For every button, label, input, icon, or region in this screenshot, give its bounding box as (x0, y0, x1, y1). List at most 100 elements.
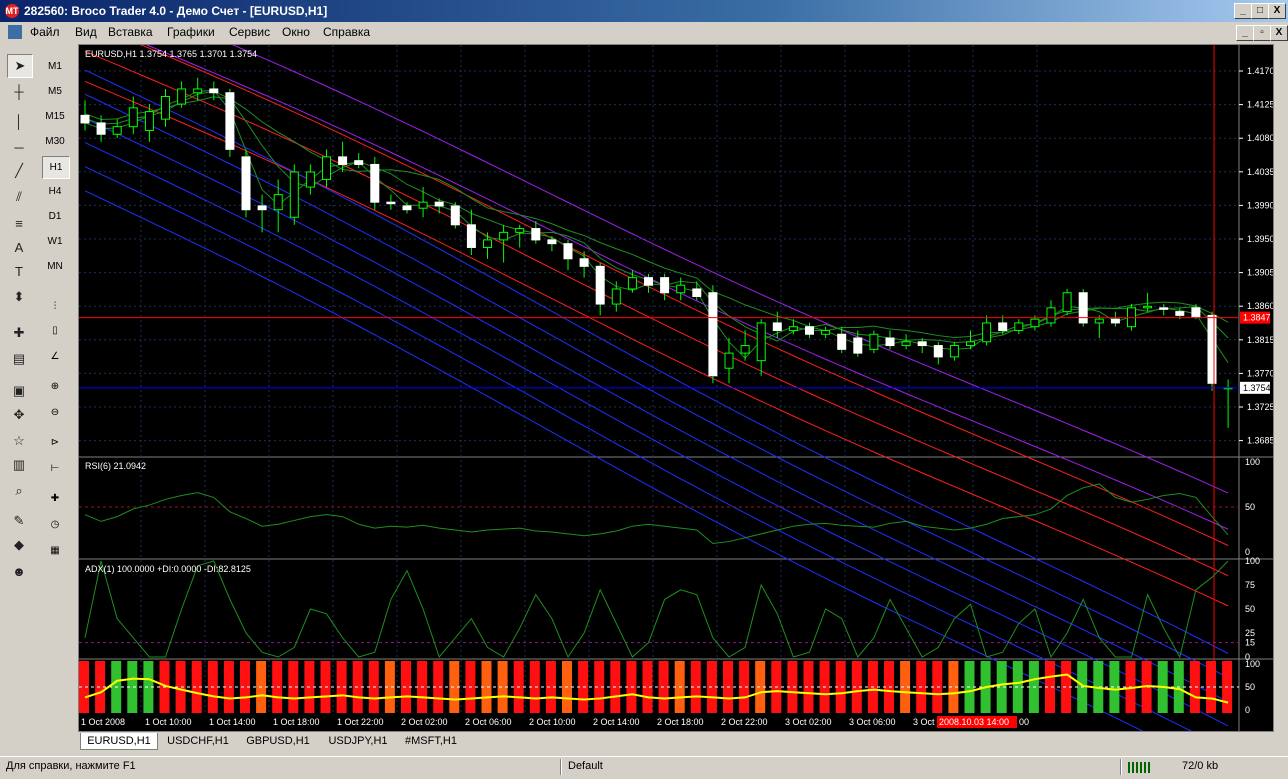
tab-msft[interactable]: #MSFT,H1 (398, 733, 464, 749)
candle-body (96, 122, 106, 135)
candle-body (257, 205, 267, 211)
cursor-arrow-icon[interactable]: ➤ (7, 54, 33, 78)
candle-body (869, 333, 879, 350)
templates-icon[interactable]: ▦ (42, 540, 68, 561)
green-moving-average (84, 90, 1229, 344)
green-moving-average (84, 96, 1229, 338)
status-bar: Для справки, нажмите F1 Default 72/0 kb (0, 756, 1288, 779)
moving-average-line (140, 45, 1229, 546)
menu-window[interactable]: Окно (282, 25, 310, 39)
moving-average-line (84, 190, 1144, 731)
minimize-button[interactable]: _ (1234, 3, 1252, 19)
menu-tools[interactable]: Сервис (229, 25, 270, 39)
indicators-icon[interactable]: ✚ (42, 488, 68, 509)
status-separator (560, 759, 562, 775)
arrows-icon[interactable]: ⬍ (7, 286, 31, 308)
menu-view[interactable]: Вид (75, 25, 97, 39)
tf-h1[interactable]: H1 (42, 156, 70, 179)
favorites-icon[interactable]: ☆ (7, 430, 31, 452)
time-tick-label: 1 Oct 2008 (81, 717, 125, 727)
candle-body (209, 88, 219, 94)
bid-price-label: 1.3754 (1243, 383, 1271, 393)
tf-m5[interactable]: M5 (42, 81, 68, 102)
tab-eurusd[interactable]: EURUSD,H1 (80, 733, 158, 750)
time-tick-label: 3 Oct 02:00 (785, 717, 832, 727)
maximize-button[interactable]: □ (1251, 3, 1269, 19)
zoom-in-icon[interactable]: ⊕ (42, 376, 68, 397)
candle-body (998, 322, 1008, 331)
adx-level-label: 50 (1245, 604, 1255, 614)
menu-file[interactable]: Файл (30, 25, 60, 39)
chart-canvas[interactable]: 1.4170 1.4125 1.4080 1.4035 1.3990 1.3950 1.39… (79, 45, 1273, 731)
vertical-line-icon[interactable]: │ (7, 110, 31, 132)
tf-w1[interactable]: W1 (42, 231, 68, 252)
tab-usdchf[interactable]: USDCHF,H1 (160, 733, 236, 749)
navigator-icon[interactable]: ✥ (7, 404, 31, 426)
time-tick-label: 1 Oct 10:00 (145, 717, 192, 727)
menu-charts[interactable]: Графики (167, 25, 215, 39)
close-button[interactable]: X (1268, 3, 1286, 19)
price-tick-label: 1.3950 (1247, 234, 1273, 244)
text-label-icon[interactable]: T (7, 260, 31, 282)
profiles-icon[interactable]: ▤ (7, 348, 31, 370)
candle-body (322, 156, 331, 181)
trendline-icon[interactable]: ╱ (7, 160, 31, 182)
candle-body (563, 243, 573, 260)
tf-m30[interactable]: M30 (42, 131, 68, 152)
expert-icon[interactable]: ☻ (7, 560, 31, 582)
time-tick-label: 3 Oct 06:00 (849, 717, 896, 727)
horizontal-line-icon[interactable]: ─ (7, 136, 31, 158)
line-chart-icon[interactable]: ∠ (42, 346, 68, 367)
candle-body (627, 277, 637, 290)
price-tick-label: 1.3725 (1247, 402, 1273, 412)
candle-body (386, 201, 396, 205)
tf-d1[interactable]: D1 (42, 206, 68, 227)
histogram-level-label: 100 (1245, 659, 1260, 669)
chart-shift-icon[interactable]: ⊢ (42, 458, 68, 479)
equidistant-channel-icon[interactable]: ⫽ (7, 186, 31, 208)
periods-icon[interactable]: ◷ (42, 514, 68, 535)
auto-scroll-icon[interactable]: ⊳ (42, 432, 68, 453)
fibonacci-icon[interactable]: ≡ (7, 212, 31, 234)
crosshair-icon[interactable]: ┼ (7, 80, 31, 102)
zoom-out-icon[interactable]: ⊖ (42, 402, 68, 423)
child-close-button[interactable]: X (1270, 25, 1288, 41)
market-watch-icon[interactable]: ▣ (7, 380, 31, 402)
tf-mn[interactable]: MN (42, 256, 68, 277)
window-title: 282560: Broco Trader 4.0 - Демо Счет - [… (24, 4, 328, 18)
time-tick-label: 2 Oct 18:00 (657, 717, 704, 727)
tf-m1[interactable]: M1 (42, 56, 68, 77)
menu-insert[interactable]: Вставка (108, 25, 153, 39)
chart-window[interactable]: 1.4170 1.4125 1.4080 1.4035 1.3990 1.3950 1.39… (78, 44, 1274, 732)
time-tick-label: 2 Oct 10:00 (529, 717, 576, 727)
bar-chart-icon[interactable]: ⫶ (42, 296, 68, 317)
alert-icon[interactable]: ◆ (7, 534, 31, 556)
candle-body (1207, 314, 1217, 384)
tf-m15[interactable]: M15 (42, 106, 68, 127)
candle-body (949, 345, 959, 358)
child-restore-button[interactable]: ▫ (1253, 25, 1271, 41)
tab-gbpusd[interactable]: GBPUSD,H1 (240, 733, 316, 749)
child-minimize-button[interactable]: _ (1236, 25, 1254, 41)
candlestick-icon[interactable]: ▯ (42, 320, 68, 341)
tf-h4[interactable]: H4 (42, 181, 68, 202)
text-icon[interactable]: A (7, 236, 31, 258)
new-chart-icon[interactable]: ✚ (7, 322, 31, 344)
time-tick-label: 1 Oct 22:00 (337, 717, 384, 727)
menu-help[interactable]: Справка (323, 25, 370, 39)
tab-usdjpy[interactable]: USDJPY,H1 (322, 733, 394, 749)
candle-body (354, 160, 364, 165)
new-order-icon[interactable]: ✎ (7, 510, 31, 532)
price-tick-label: 1.3860 (1247, 301, 1273, 311)
terminal-icon[interactable]: ▥ (7, 454, 31, 476)
candle-body (338, 156, 348, 165)
candle-body (740, 345, 750, 354)
candle-body (1143, 305, 1153, 309)
candle-body (483, 239, 492, 248)
cursor-time-label: 2008.10.03 14:00 (939, 717, 1009, 727)
candle-body (708, 292, 718, 377)
histogram-level-label: 50 (1245, 682, 1255, 692)
time-tick-label: 2 Oct 22:00 (721, 717, 768, 727)
tester-icon[interactable]: ⌕ (7, 480, 31, 502)
candle-body (80, 114, 90, 124)
